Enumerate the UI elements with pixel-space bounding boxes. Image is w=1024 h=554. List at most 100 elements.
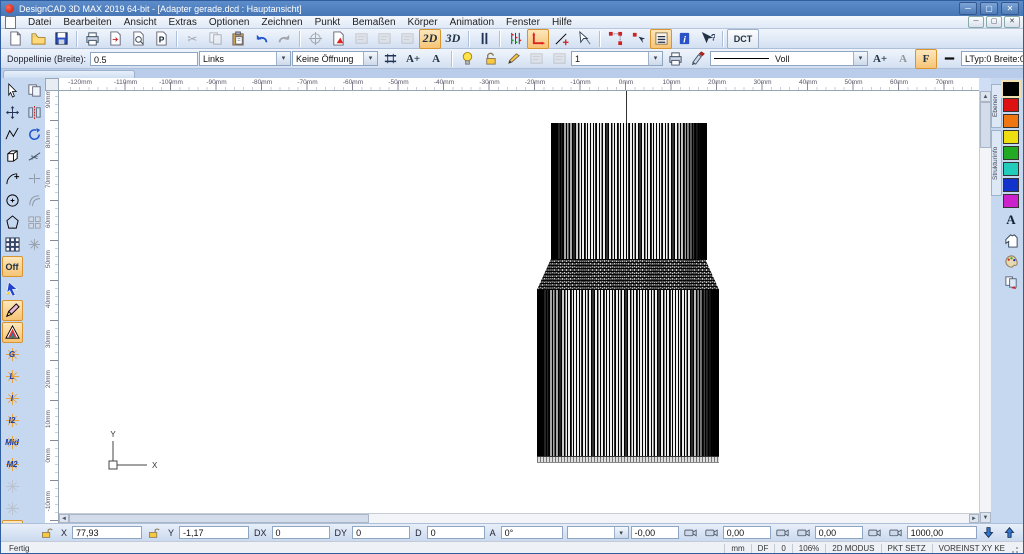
pdf-export-button[interactable]: P [150,29,172,49]
solid-tool-button[interactable] [2,322,23,343]
lock-x-button[interactable] [37,524,56,541]
duplicate-tool-button[interactable] [24,80,45,101]
palette-tool-button[interactable] [1001,252,1021,271]
extend-tool-button[interactable] [24,168,45,189]
color-swatch-3[interactable] [1003,114,1019,128]
menu-ansicht[interactable]: Ansicht [118,16,163,29]
status-unit[interactable]: mm [724,544,750,554]
menu-datei[interactable]: Datei [22,16,57,29]
undo-button[interactable] [250,29,272,49]
status-pkt[interactable]: PKT SETZ [881,544,932,554]
layer-option-1-button[interactable] [525,49,547,69]
menu-optionen[interactable]: Optionen [203,16,256,29]
layer-visibility-button[interactable] [456,49,478,69]
maximize-button[interactable]: ▢ [980,2,998,15]
snap-midpoint-2-button[interactable]: M2 [2,454,23,475]
zoom-in-view-button[interactable] [1000,524,1019,541]
resize-grip[interactable] [1011,544,1021,554]
select-tool-button[interactable] [2,80,23,101]
export-file-button[interactable] [104,29,126,49]
view-z-angle-field[interactable]: 0,00 [815,526,863,539]
vertical-scroll-thumb[interactable] [980,102,991,148]
snap-line-button[interactable]: L [2,366,23,387]
explode-tool-button[interactable] [24,234,45,255]
text-size-plus-button[interactable]: A+ [402,49,424,69]
doppellinie-width-input[interactable]: 0.5 [90,52,198,66]
color-swatch-5[interactable] [1003,146,1019,160]
node-drag-button[interactable] [627,29,649,49]
layer-lock-button[interactable] [479,49,501,69]
selection-arrow-tool-button[interactable] [2,278,23,299]
paste-button[interactable] [227,29,249,49]
status-mode[interactable]: 2D MODUS [825,544,880,554]
mode-3d-button[interactable]: 3D [442,29,464,49]
menu-bemaen[interactable]: Bemaßen [346,16,401,29]
lock-y-button[interactable] [144,524,163,541]
rotate-tool-button[interactable] [24,124,45,145]
pan-tool-button[interactable] [2,102,23,123]
point-select-button[interactable] [304,29,326,49]
status-df[interactable]: DF [751,544,775,554]
view-x-angle-field[interactable]: -0,00 [631,526,679,539]
zoom-out-view-button[interactable] [979,524,998,541]
layer-option-2-button[interactable] [548,49,570,69]
fill-toggle-button[interactable]: F [915,49,937,69]
font-style-button[interactable]: A [892,49,914,69]
menu-extras[interactable]: Extras [163,16,203,29]
menu-bearbeiten[interactable]: Bearbeiten [57,16,117,29]
scroll-up-icon[interactable]: ▲ [980,91,991,102]
array-tool-button[interactable] [24,212,45,233]
line-style-select[interactable]: Voll▾ [710,51,868,66]
print-layer-button[interactable] [664,49,686,69]
gravity-tool-2-button[interactable] [373,29,395,49]
double-line-settings-button[interactable] [379,49,401,69]
camera-view-button[interactable] [1021,524,1024,541]
mdi-restore-button[interactable]: ▢ [986,16,1002,28]
mirror-tool-button[interactable] [24,102,45,123]
menu-animation[interactable]: Animation [444,16,500,29]
print-preview-button[interactable] [127,29,149,49]
marker-pen-button[interactable] [687,49,709,69]
box-3d-tool-button[interactable] [2,146,23,167]
snap-intersect-button[interactable]: I [2,388,23,409]
gravity-tool-3-button[interactable] [396,29,418,49]
dy-field[interactable]: 0 [352,526,410,539]
paste-special-button[interactable] [327,29,349,49]
menu-hilfe[interactable]: Hilfe [546,16,578,29]
line-width-button[interactable] [938,49,960,69]
roll-view-ccw-button[interactable] [865,524,884,541]
scroll-left-icon[interactable]: ◄ [59,514,69,523]
copy-button[interactable] [204,29,226,49]
status-count[interactable]: 0 [774,544,791,554]
color-swatch-6[interactable] [1003,162,1019,176]
close-button[interactable]: ✕ [1001,2,1019,15]
parallel-lines-button[interactable] [473,29,495,49]
circle-tool-button[interactable] [2,190,23,211]
status-zoom[interactable]: 106% [792,544,825,554]
layer-select[interactable]: 1▾ [571,51,663,66]
color-swatch-2[interactable] [1003,98,1019,112]
mode-2d-button[interactable]: 2D [419,29,441,49]
context-help-button[interactable]: ? [696,29,718,49]
y-field[interactable]: -1,17 [179,526,249,539]
view-distance-field[interactable]: 1000,00 [907,526,977,539]
arc-tool-button[interactable] [2,168,23,189]
rotate-view-left-button[interactable] [681,524,700,541]
line-list-button[interactable] [650,29,672,49]
snap-extra-1-button[interactable] [2,476,23,497]
menu-punkt[interactable]: Punkt [309,16,347,29]
scroll-right-icon[interactable]: ► [969,514,979,523]
info-button[interactable]: i [673,29,695,49]
a-field[interactable]: 0° [501,526,563,539]
mdi-minimize-button[interactable]: ─ [968,16,984,28]
draw-line-cursor-button[interactable] [550,29,572,49]
redo-button[interactable] [273,29,295,49]
horizontal-scrollbar[interactable]: ◄ ► [59,513,979,523]
coordinate-axes-button[interactable] [527,29,549,49]
cut-button[interactable]: ✂ [181,29,203,49]
hand-tool-button[interactable] [1001,231,1021,250]
opening-select[interactable]: Keine Öffnung▾ [292,51,378,66]
text-attributes-button[interactable]: A [1001,210,1021,229]
node-select-button[interactable] [604,29,626,49]
mdi-close-button[interactable]: ✕ [1004,16,1020,28]
